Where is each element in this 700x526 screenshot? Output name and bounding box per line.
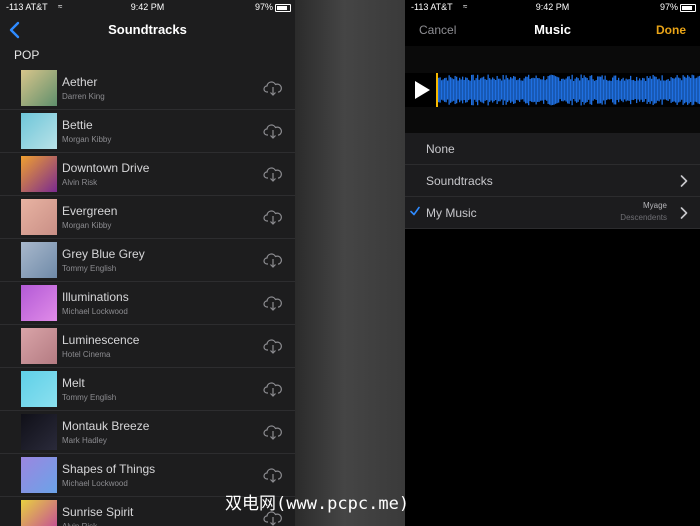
chevron-right-icon [680,175,688,187]
album-art [21,328,57,364]
cloud-download-icon[interactable] [263,295,283,311]
waveform[interactable] [438,74,700,106]
track-artist: Morgan Kibby [62,135,112,144]
audio-preview [405,73,700,107]
cloud-download-icon[interactable] [263,338,283,354]
battery-icon [275,4,291,12]
album-art [21,156,57,192]
option-label: My Music [426,206,477,220]
album-art [21,371,57,407]
nav-bar: Cancel Music Done [405,14,700,46]
option-label: Soundtracks [426,174,493,188]
track-row[interactable]: Melt Tommy English [0,368,295,411]
cloud-download-icon[interactable] [263,166,283,182]
track-row[interactable]: Bettie Morgan Kibby [0,110,295,153]
music-screen: -113 AT&T ≈ 9:42 PM 97% Cancel Music Don… [405,0,700,526]
battery-percent: 97% [254,2,273,12]
album-art [21,199,57,235]
selected-song: Myage [642,201,667,210]
option-soundtracks[interactable]: Soundtracks [405,165,700,197]
option-my-music[interactable]: My Music Myage Descendents [405,197,700,229]
track-artist: Mark Hadley [62,436,107,445]
track-title: Sunrise Spirit [62,505,134,519]
cloud-download-icon[interactable] [263,467,283,483]
battery-percent: 97% [659,2,678,12]
album-art [21,70,57,106]
page-title: Soundtracks [108,22,187,37]
track-row[interactable]: Illuminations Michael Lockwood [0,282,295,325]
track-artist: Tommy English [62,264,117,273]
track-title: Grey Blue Grey [62,247,145,261]
option-none[interactable]: None [405,133,700,165]
option-label: None [426,142,455,156]
track-row[interactable]: Aether Darren King [0,67,295,110]
track-title: Bettie [62,118,93,132]
done-button[interactable]: Done [656,23,686,37]
track-row[interactable]: Montauk Breeze Mark Hadley [0,411,295,454]
cloud-download-icon[interactable] [263,381,283,397]
track-title: Aether [62,75,98,89]
track-row[interactable]: Luminescence Hotel Cinema [0,325,295,368]
track-row[interactable]: Downtown Drive Alvin Risk [0,153,295,196]
track-list: Aether Darren King Bettie Morgan Kibby Downt… [0,67,295,526]
album-art [21,500,57,526]
track-title: Illuminations [62,290,129,304]
track-title: Evergreen [62,204,118,218]
clock-label: 9:42 PM [535,2,570,12]
cloud-download-icon[interactable] [263,123,283,139]
status-bar: -113 AT&T ≈ 9:42 PM 97% [0,0,295,14]
clock-label: 9:42 PM [130,2,165,12]
track-artist: Michael Lockwood [62,307,128,316]
soundtracks-screen: -113 AT&T ≈ 9:42 PM 97% Soundtracks POP … [0,0,295,526]
cloud-download-icon[interactable] [263,424,283,440]
status-bar: -113 AT&T ≈ 9:42 PM 97% [405,0,700,14]
play-icon[interactable] [411,78,433,102]
watermark: 双电网(www.pcpc.me) [225,494,410,514]
track-title: Montauk Breeze [62,419,150,433]
cloud-download-icon[interactable] [263,80,283,96]
music-source-list: None Soundtracks My Music Myage Descende… [405,133,700,229]
chevron-right-icon [680,207,688,219]
divider-gap [295,0,405,526]
track-row[interactable]: Grey Blue Grey Tommy English [0,239,295,282]
album-art [21,285,57,321]
album-art [21,414,57,450]
track-row[interactable]: Evergreen Morgan Kibby [0,196,295,239]
track-artist: Morgan Kibby [62,221,112,230]
track-artist: Hotel Cinema [62,350,111,359]
track-artist: Michael Lockwood [62,479,128,488]
cloud-download-icon[interactable] [263,209,283,225]
track-title: Melt [62,376,85,390]
track-artist: Alvin Risk [62,178,98,187]
selected-album: Descendents [620,213,667,222]
track-artist: Alvin Risk [62,522,97,526]
track-title: Shapes of Things [62,462,156,476]
track-artist: Darren King [62,92,105,101]
album-art [21,113,57,149]
section-header: POP [14,48,40,62]
album-art [21,242,57,278]
checkmark-icon [410,206,420,216]
album-art [21,457,57,493]
track-title: Luminescence [62,333,140,347]
track-title: Downtown Drive [62,161,150,175]
battery-icon [680,4,696,12]
track-artist: Tommy English [62,393,117,402]
cloud-download-icon[interactable] [263,252,283,268]
nav-bar: Soundtracks [0,14,295,46]
